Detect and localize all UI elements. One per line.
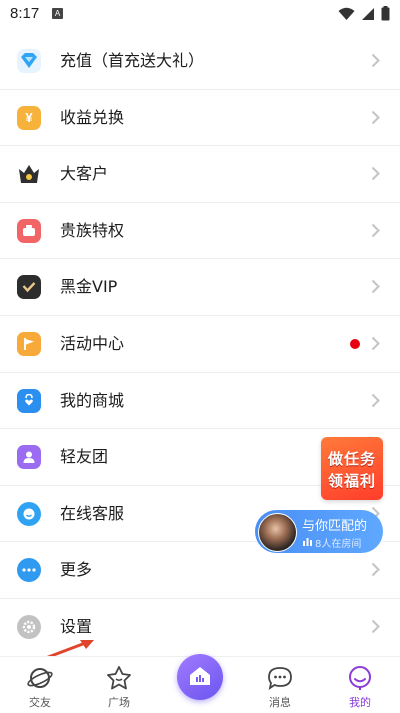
tab-label: 广场 — [108, 696, 130, 709]
tab-home-live[interactable] — [177, 654, 223, 700]
group-user-icon — [17, 445, 41, 470]
task-badge-line2: 领福利 — [327, 472, 376, 490]
bottom-nav: 交友 广场 消息 我的 — [0, 654, 400, 713]
menu-item-label: 设置 — [60, 616, 93, 636]
menu-item-label: 大客户 — [60, 164, 109, 184]
menu-item-recharge[interactable]: 充值（首充送大礼） — [0, 33, 400, 90]
chevron-right-icon — [371, 166, 380, 181]
chevron-right-icon — [371, 280, 380, 294]
shopping-bag-icon — [17, 388, 41, 413]
menu-list: 充值（首充送大礼） ¥ 收益兑换 大客户 贵族特权 黑金VIP 活动中心 我的商… — [0, 33, 400, 655]
menu-item-label: 更多 — [60, 560, 93, 580]
more-dots-icon — [17, 558, 41, 583]
signal-icon — [362, 7, 374, 20]
vip-check-icon — [17, 275, 41, 300]
profile-icon — [349, 666, 371, 690]
match-room-pill[interactable]: 与你匹配的 8人在房间 — [255, 510, 383, 553]
home-live-icon — [190, 667, 210, 685]
menu-item-label: 充值（首充送大礼） — [60, 51, 205, 70]
status-time: 8:17 — [10, 5, 40, 22]
noble-gift-icon — [17, 218, 41, 243]
gear-icon — [17, 614, 41, 639]
message-icon — [268, 667, 292, 690]
menu-item-label: 在线客服 — [60, 503, 125, 523]
yuan-coin-icon: ¥ — [17, 105, 41, 130]
notification-a-icon: A — [52, 8, 63, 19]
task-reward-badge[interactable]: 做任务 领福利 — [321, 437, 383, 500]
tab-label: 我的 — [349, 696, 371, 709]
chat-support-icon — [17, 501, 41, 526]
menu-item-label: 贵族特权 — [60, 220, 125, 240]
menu-item-earnings-exchange[interactable]: ¥ 收益兑换 — [0, 90, 400, 147]
chevron-right-icon — [371, 563, 380, 577]
tab-friends[interactable]: 交友 — [10, 657, 70, 713]
status-bar: 8:17 A — [0, 0, 400, 28]
tab-plaza[interactable]: 广场 — [89, 657, 149, 713]
match-room-count: 8人在房间 — [315, 539, 362, 550]
avatar — [258, 513, 297, 552]
menu-item-label: 我的商城 — [60, 390, 125, 410]
bar-chart-icon — [303, 538, 312, 546]
battery-icon — [381, 6, 390, 21]
chevron-right-icon — [371, 110, 380, 124]
menu-item-vip-client[interactable]: 大客户 — [0, 146, 400, 203]
star-face-icon — [107, 666, 131, 690]
menu-item-black-gold-vip[interactable]: 黑金VIP — [0, 259, 400, 316]
menu-item-label: 轻友团 — [60, 447, 109, 467]
chevron-right-icon — [371, 53, 380, 68]
menu-item-my-mall[interactable]: 我的商城 — [0, 373, 400, 430]
menu-item-label: 黑金VIP — [60, 277, 118, 297]
chevron-right-icon — [371, 393, 380, 407]
chevron-right-icon — [371, 223, 380, 237]
menu-item-settings[interactable]: 设置 — [0, 599, 400, 655]
notification-dot — [350, 338, 360, 349]
diamond-icon — [17, 49, 41, 73]
menu-item-label: 活动中心 — [60, 333, 125, 353]
tab-messages[interactable]: 消息 — [250, 657, 310, 713]
chevron-right-icon — [371, 336, 380, 351]
planet-icon — [27, 668, 53, 688]
menu-item-activity-center[interactable]: 活动中心 — [0, 316, 400, 373]
menu-item-noble-privilege[interactable]: 贵族特权 — [0, 203, 400, 260]
tab-label: 消息 — [269, 696, 291, 709]
task-badge-line1: 做任务 — [327, 450, 376, 468]
match-title: 与你匹配的 — [302, 519, 368, 534]
menu-item-label: 收益兑换 — [60, 107, 125, 127]
wifi-icon — [338, 7, 355, 20]
chevron-right-icon — [371, 619, 380, 634]
tab-mine[interactable]: 我的 — [330, 657, 390, 713]
tab-label: 交友 — [29, 696, 51, 709]
flag-icon — [17, 331, 41, 356]
crown-icon — [17, 162, 41, 186]
status-indicators — [338, 6, 390, 21]
